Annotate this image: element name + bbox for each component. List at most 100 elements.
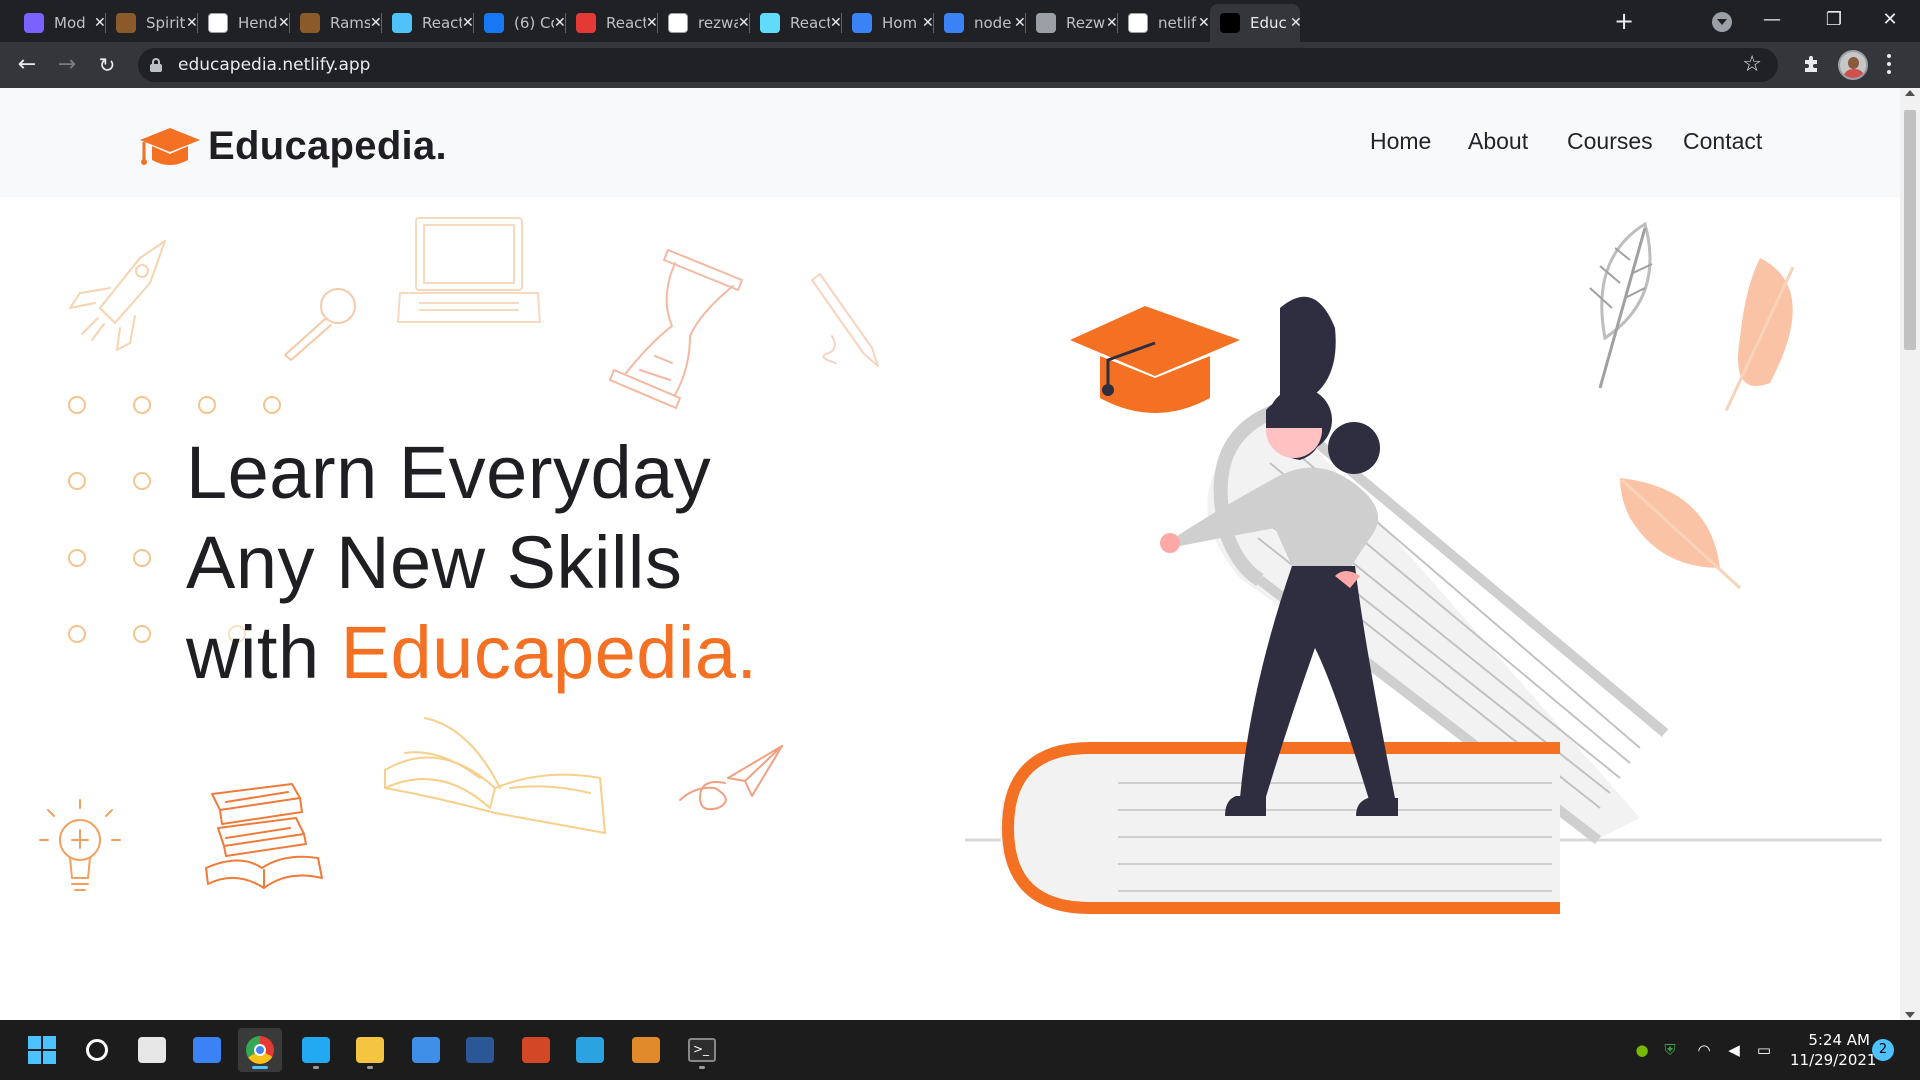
scroll-up-arrow[interactable] (1905, 90, 1915, 96)
taskbar-powerpoint-icon[interactable] (514, 1028, 558, 1072)
taskbar-mail-icon[interactable] (404, 1028, 448, 1072)
nav-contact-link[interactable]: Contact (1683, 128, 1762, 155)
close-window-button[interactable]: ✕ (1870, 6, 1910, 34)
volume-tray-icon[interactable]: ◀ (1724, 1040, 1744, 1060)
browser-menu-icon[interactable] (1886, 52, 1892, 78)
browser-tab-strip: Mod✕Spirit✕Hend✕Rams✕React✕(6) Co✕React✕… (0, 0, 1920, 42)
hourglass-doodle-icon (609, 249, 743, 409)
scroll-thumb[interactable] (1904, 110, 1916, 350)
taskbar-vscode-icon[interactable] (294, 1028, 338, 1072)
lock-icon[interactable] (150, 58, 162, 72)
lying-book-illustration (1000, 742, 1560, 914)
taskbar-sublime-text-icon[interactable] (624, 1028, 668, 1072)
browser-tab[interactable]: rezwa ✕ (658, 4, 750, 42)
forward-button[interactable]: → (52, 50, 82, 80)
hero-title-line-3: with Educapedia. (186, 608, 886, 698)
tab-close-icon[interactable]: ✕ (1014, 15, 1026, 31)
tab-close-icon[interactable]: ✕ (1106, 15, 1118, 31)
magnifier-doodle-icon (284, 288, 356, 361)
scroll-down-arrow[interactable] (1905, 1012, 1915, 1018)
rocket-doodle-icon (69, 240, 166, 351)
tab-close-icon[interactable]: ✕ (738, 15, 750, 31)
open-book-doodle-icon (384, 717, 606, 834)
browser-tab[interactable]: Hend ✕ (198, 4, 290, 42)
minimize-button[interactable]: — (1752, 6, 1792, 34)
extensions-puzzle-icon[interactable] (1802, 54, 1822, 74)
profile-avatar[interactable] (1838, 50, 1868, 80)
browser-tab[interactable]: Spirit ✕ (106, 4, 198, 42)
battery-tray-icon[interactable]: ▭ (1754, 1040, 1774, 1060)
dot-decoration (198, 396, 216, 414)
hero-title-prefix: with (186, 611, 341, 694)
brand-logo[interactable]: Educapedia. (138, 124, 447, 169)
dot-decoration (133, 549, 151, 567)
security-shield-tray-icon[interactable]: ⛨ (1660, 1040, 1680, 1060)
taskbar-widgets-icon[interactable] (185, 1028, 229, 1072)
brand-name: Educapedia. (208, 124, 447, 168)
tab-close-icon[interactable]: ✕ (922, 15, 934, 31)
tab-title: React (606, 14, 646, 32)
taskbar-file-explorer-icon[interactable] (348, 1028, 392, 1072)
tab-close-icon[interactable]: ✕ (462, 15, 474, 31)
taskbar-terminal-icon[interactable]: >_ (680, 1028, 724, 1072)
site-header: Educapedia. Home About Courses Contact (0, 88, 1900, 197)
reload-button[interactable]: ↻ (92, 50, 122, 80)
tab-favicon-icon (852, 13, 872, 33)
browser-toolbar: ← → ↻ educapedia.netlify.app ☆ (0, 42, 1920, 88)
tab-search-icon[interactable] (1712, 12, 1732, 32)
tab-close-icon[interactable]: ✕ (830, 15, 842, 31)
back-button[interactable]: ← (12, 50, 42, 80)
tab-close-icon[interactable]: ✕ (186, 15, 198, 31)
tab-favicon-icon (944, 13, 964, 33)
browser-tab[interactable]: node ✕ (934, 4, 1026, 42)
taskbar-task-view-icon[interactable] (130, 1028, 174, 1072)
nav-home-link[interactable]: Home (1370, 128, 1431, 155)
browser-tab[interactable]: Rezw ✕ (1026, 4, 1118, 42)
tab-favicon-icon (24, 13, 44, 33)
tab-favicon-icon (116, 13, 136, 33)
tab-close-icon[interactable]: ✕ (1198, 15, 1210, 31)
taskbar-word-icon[interactable] (458, 1028, 502, 1072)
browser-tab[interactable]: Hom ✕ (842, 4, 934, 42)
nvidia-tray-icon[interactable]: ● (1632, 1040, 1652, 1060)
browser-tab[interactable]: React ✕ (750, 4, 842, 42)
tab-favicon-icon (668, 13, 688, 33)
taskbar-telegram-icon[interactable] (568, 1028, 612, 1072)
browser-tab[interactable]: Mod ✕ (14, 4, 106, 42)
nav-about-link[interactable]: About (1468, 128, 1528, 155)
tab-close-icon[interactable]: ✕ (370, 15, 382, 31)
windows-taskbar: >_ ● ⛨ ◠ ◀ ▭ 5:24 AM 11/29/2021 2 (0, 1020, 1920, 1080)
tab-close-icon[interactable]: ✕ (94, 15, 106, 31)
taskbar-clock[interactable]: 5:24 AM 11/29/2021 (1790, 1030, 1876, 1070)
browser-tab[interactable]: React ✕ (382, 4, 474, 42)
dot-decoration (68, 396, 86, 414)
page-scrollbar[interactable] (1900, 88, 1920, 1020)
browser-tab[interactable]: React ✕ (566, 4, 658, 42)
taskbar-chrome-icon[interactable] (238, 1028, 282, 1072)
web-page: Educapedia. Home About Courses Contact L… (0, 88, 1900, 1020)
browser-tab[interactable]: Educ ✕ (1210, 4, 1302, 42)
browser-tab[interactable]: Rams ✕ (290, 4, 382, 42)
tab-favicon-icon (1128, 13, 1148, 33)
tab-close-icon[interactable]: ✕ (646, 15, 658, 31)
browser-tab[interactable]: netlif ✕ (1118, 4, 1210, 42)
nav-courses-link[interactable]: Courses (1567, 128, 1653, 155)
paper-plane-doodle-icon (679, 745, 783, 811)
notification-badge[interactable]: 2 (1872, 1039, 1894, 1061)
dot-decoration (133, 396, 151, 414)
tab-close-icon[interactable]: ✕ (554, 15, 566, 31)
tab-close-icon[interactable]: ✕ (1290, 15, 1302, 31)
address-bar[interactable]: educapedia.netlify.app ☆ (138, 48, 1778, 82)
wifi-tray-icon[interactable]: ◠ (1694, 1040, 1714, 1060)
tab-close-icon[interactable]: ✕ (278, 15, 290, 31)
browser-tab[interactable]: (6) Co✕ (474, 4, 566, 42)
taskbar-windows-start-icon[interactable] (20, 1028, 64, 1072)
bookmark-star-icon[interactable]: ☆ (1742, 52, 1762, 77)
new-tab-button[interactable]: + (1612, 4, 1636, 38)
restore-button[interactable]: ❐ (1814, 6, 1854, 34)
leaves-illustration (1589, 221, 1795, 590)
taskbar-search-icon[interactable] (75, 1028, 119, 1072)
hero-title-line-2: Any New Skills (186, 521, 683, 604)
dot-decoration (68, 625, 86, 643)
tab-title: node (974, 14, 1012, 32)
